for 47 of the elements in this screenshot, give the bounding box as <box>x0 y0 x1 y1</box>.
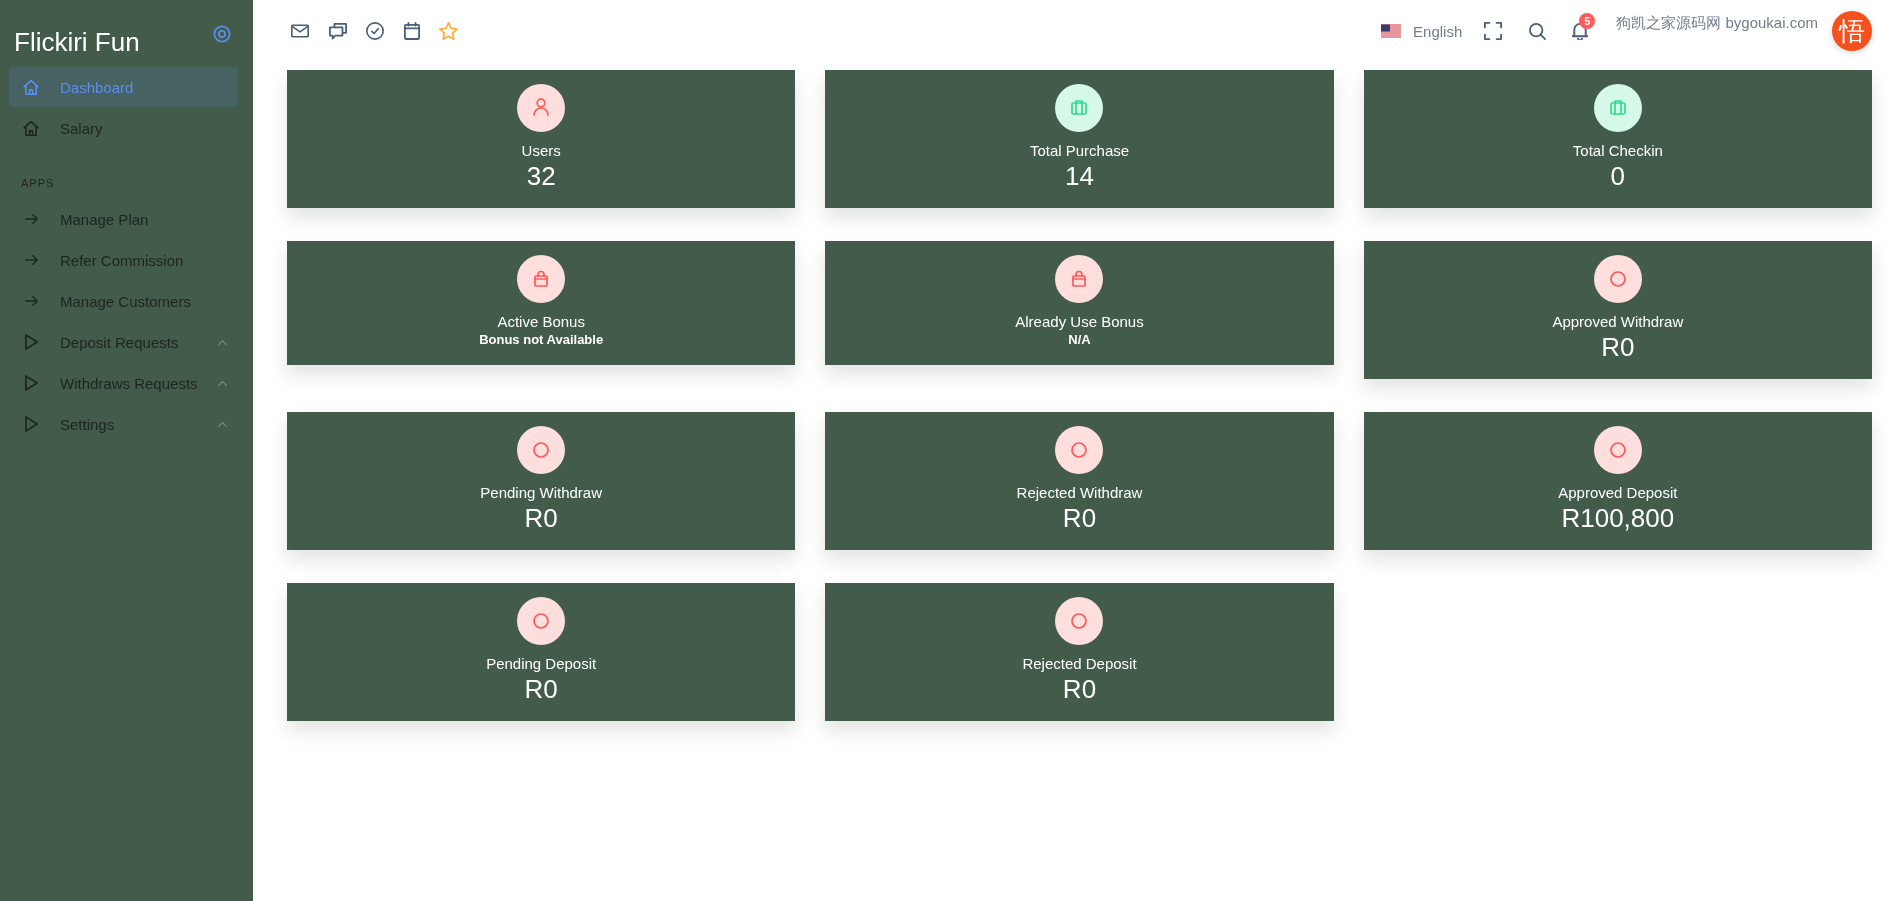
stat-value: R0 <box>1062 503 1097 533</box>
caret-icon <box>218 421 227 427</box>
stat-label: Total Checkin <box>1572 141 1663 161</box>
stat-label: Rejected Withdraw <box>1016 483 1143 503</box>
stat-value: 14 <box>1065 161 1094 191</box>
caret-icon <box>218 380 227 386</box>
search-icon[interactable] <box>1529 22 1547 40</box>
fullscreen-icon[interactable] <box>1484 22 1503 40</box>
stat-note: N/A <box>1068 332 1091 348</box>
stat-label: Already Use Bonus <box>1015 312 1144 332</box>
caret-icon <box>218 339 227 345</box>
chat-icon[interactable] <box>328 22 347 40</box>
stat-label: Rejected Deposit <box>1022 654 1137 674</box>
brand-name: Flickiri Fun <box>14 27 140 57</box>
stat-value: R0 <box>524 674 558 704</box>
user-name[interactable]: 狗凯之家源码网 bygoukai.com <box>1616 14 1818 32</box>
stat-note: Bonus not Available <box>479 332 604 348</box>
star-icon[interactable] <box>439 22 458 40</box>
stat-label: Approved Deposit <box>1558 483 1678 503</box>
stat-label: Pending Deposit <box>486 654 597 674</box>
stat-value: 32 <box>526 161 556 191</box>
arrow-icon <box>24 296 38 306</box>
check-circle-icon[interactable] <box>366 22 384 40</box>
avatar[interactable]: 悟 <box>1832 11 1872 51</box>
triangle-icon <box>24 416 38 432</box>
stat-value: R0 <box>1062 674 1097 704</box>
stat-label: Approved Withdraw <box>1552 312 1684 332</box>
home-icon <box>23 78 39 96</box>
stat-value: R100,800 <box>1561 503 1675 533</box>
stat-value: R0 <box>1601 332 1635 362</box>
language-selector[interactable]: English <box>1381 22 1463 40</box>
calendar-icon[interactable] <box>403 22 420 40</box>
stat-label: Pending Withdraw <box>480 483 603 503</box>
triangle-icon <box>24 334 38 350</box>
sidebar-item[interactable]: Dashboard <box>9 67 238 107</box>
notification-badge: 5 <box>1579 13 1596 29</box>
home-icon <box>23 119 39 137</box>
stat-value: R0 <box>524 503 558 533</box>
stat-label: Total Purchase <box>1029 141 1130 161</box>
flag-icon <box>1381 24 1402 38</box>
arrow-icon <box>24 255 38 265</box>
triangle-icon <box>24 375 38 391</box>
mail-icon[interactable] <box>291 24 309 38</box>
stat-label: Active Bonus <box>497 312 585 332</box>
stat-label: Users <box>521 141 561 161</box>
arrow-icon <box>24 214 38 224</box>
stat-value: 0 <box>1610 161 1626 191</box>
